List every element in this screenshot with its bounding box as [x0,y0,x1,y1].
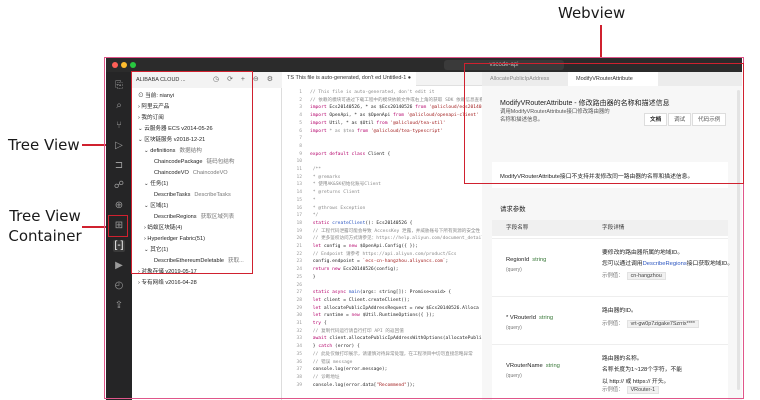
tree-view-container-annotation: Tree View Container [8,206,82,246]
tree-view-container-line1: Tree View [9,207,81,225]
tree-view-container-highlight-box [108,215,128,237]
tree-view-annotation: Tree View [8,136,80,154]
tree-view-container-line2: Container [8,227,82,245]
tree-view-highlight-box [131,71,253,274]
webview-annotation: Webview [558,4,626,22]
webview-highlight-box [464,63,744,184]
